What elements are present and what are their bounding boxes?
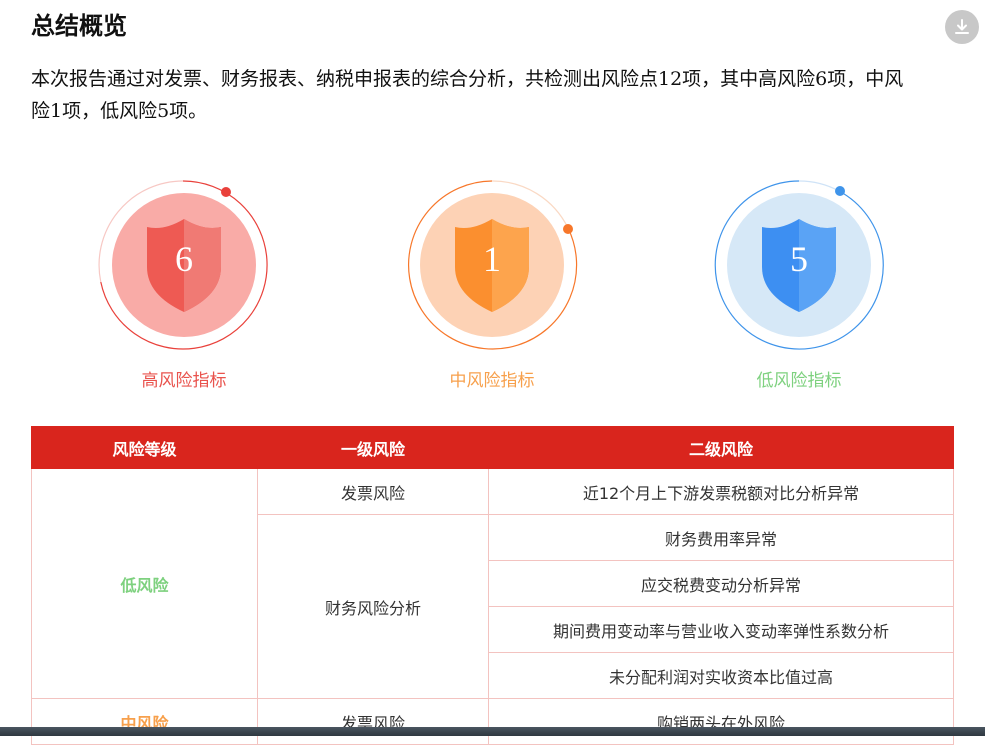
- summary-line-2: 险1项，低风险5项。: [31, 100, 208, 122]
- secondary-risk-cell: 近12个月上下游发票税额对比分析异常: [488, 468, 954, 515]
- risk-table: 风险等级 一级风险 二级风险 低风险 发票风险 近12个月上下游发票税额对比分析…: [31, 426, 954, 745]
- high-risk-gauge: 6: [94, 175, 274, 355]
- table-row: 中风险 发票风险 购销两头在外风险: [31, 698, 954, 745]
- medium-risk-gauge: 1: [402, 175, 582, 355]
- primary-risk-cell: 财务风险分析: [257, 514, 489, 699]
- risk-level-medium: 中风险: [31, 698, 258, 745]
- low-risk-count: 5: [790, 239, 808, 279]
- header-primary-risk: 一级风险: [257, 426, 489, 469]
- high-risk-count: 6: [175, 239, 193, 279]
- primary-risk-cell: 发票风险: [257, 468, 489, 515]
- table-header-row: 风险等级 一级风险 二级风险: [31, 426, 954, 469]
- secondary-risk-cell: 未分配利润对实收资本比值过高: [488, 652, 954, 699]
- medium-risk-label: 中风险指标: [449, 371, 535, 391]
- risk-level-low: 低风险: [31, 468, 258, 699]
- low-risk-gauge: 5: [709, 175, 889, 355]
- summary-text: 本次报告通过对发票、财务报表、纳税申报表的综合分析，共检测出风险点12项，其中高…: [31, 63, 957, 127]
- secondary-risk-cell: 应交税费变动分析异常: [488, 560, 954, 607]
- medium-risk-count: 1: [483, 239, 501, 279]
- secondary-risk-cell: 购销两头在外风险: [488, 698, 954, 745]
- primary-risk-cell: 发票风险: [257, 698, 489, 745]
- summary-line-1: 本次报告通过对发票、财务报表、纳税申报表的综合分析，共检测出风险点12项，其中高…: [31, 68, 904, 90]
- secondary-risk-cell: 财务费用率异常: [488, 514, 954, 561]
- header-risk-level: 风险等级: [31, 426, 258, 469]
- high-risk-label: 高风险指标: [141, 371, 227, 391]
- download-button[interactable]: [945, 10, 979, 44]
- page-title: 总结概览: [31, 12, 127, 40]
- secondary-risk-cell: 期间费用变动率与营业收入变动率弹性系数分析: [488, 606, 954, 653]
- low-risk-label: 低风险指标: [756, 371, 842, 391]
- table-row: 低风险 发票风险 近12个月上下游发票税额对比分析异常: [31, 468, 954, 699]
- window-bottom-bar: [0, 727, 985, 736]
- download-icon: [955, 19, 969, 34]
- header-secondary-risk: 二级风险: [488, 426, 954, 469]
